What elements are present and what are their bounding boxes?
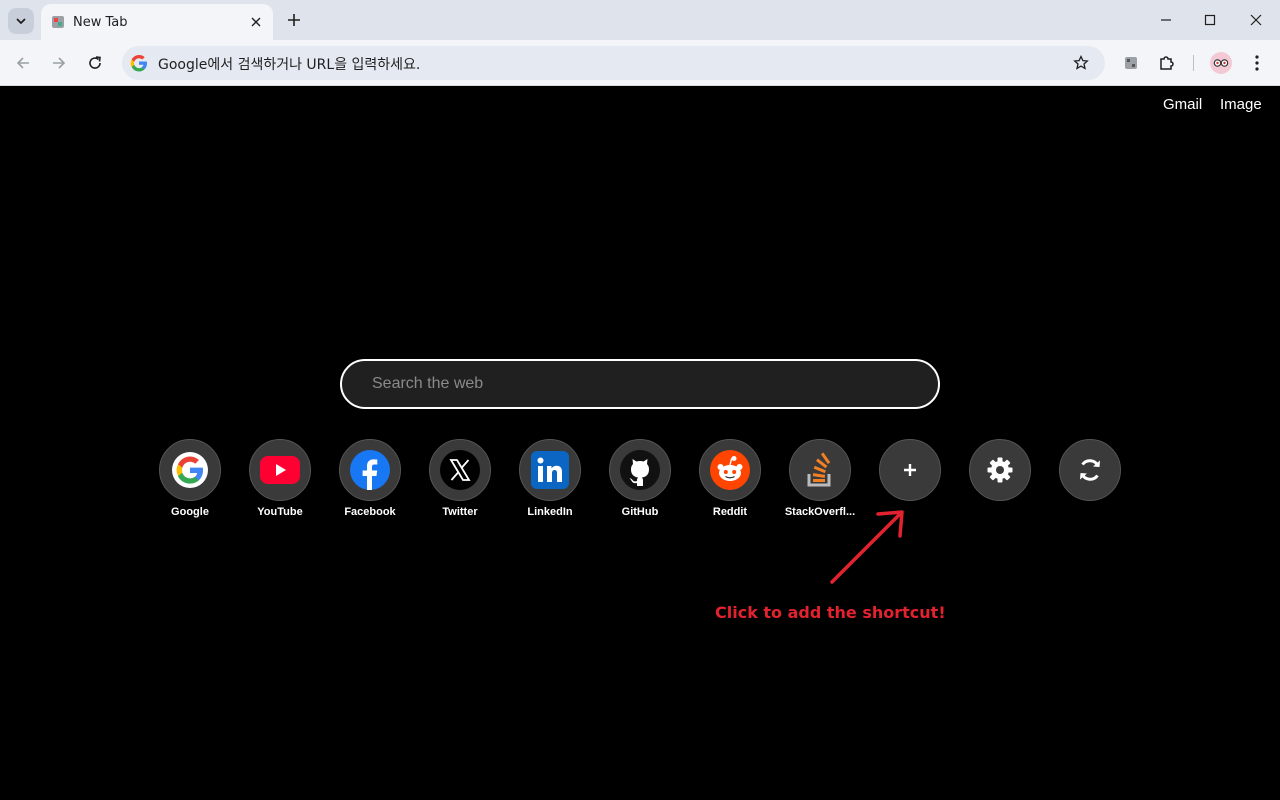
new-tab-favicon-icon	[51, 15, 65, 29]
new-tab-page: Gmail Image Google YouTube Facebook	[0, 87, 1280, 800]
shortcut-circle	[699, 439, 761, 501]
shortcut-label: Twitter	[442, 506, 478, 518]
tab-search-button[interactable]	[8, 8, 34, 34]
forward-button[interactable]	[45, 49, 73, 77]
shortcut-circle	[249, 439, 311, 501]
new-tab-button[interactable]	[282, 8, 306, 32]
shortcut-circle	[429, 439, 491, 501]
google-icon	[172, 452, 208, 488]
shortcut-label: Google	[171, 506, 209, 518]
chevron-down-icon	[16, 18, 26, 25]
browser-toolbar: Google에서 검색하거나 URL을 입력하세요.	[0, 40, 1280, 86]
arrow-right-icon	[53, 57, 66, 69]
shortcut-google[interactable]: Google	[150, 439, 230, 523]
facebook-icon	[350, 450, 390, 490]
shortcut-label: GitHub	[621, 506, 659, 518]
more-vertical-icon	[1255, 55, 1259, 71]
toolbar-divider	[1193, 55, 1194, 71]
shortcut-label: LinkedIn	[527, 506, 573, 518]
reload-button[interactable]	[81, 49, 109, 77]
close-icon	[251, 17, 261, 27]
tab-strip: New Tab	[0, 0, 1280, 40]
shortcut-circle	[339, 439, 401, 501]
annotation-text: Click to add the shortcut!	[715, 603, 946, 622]
annotation-arrow	[830, 510, 904, 584]
shortcut-label: YouTube	[257, 506, 303, 518]
plus-icon	[288, 14, 300, 26]
sync-button[interactable]	[1050, 439, 1130, 523]
extension-button[interactable]	[1119, 51, 1143, 75]
shortcut-github[interactable]: GitHub	[600, 439, 680, 523]
arrow-left-icon	[16, 57, 29, 69]
shortcut-label: Reddit	[712, 506, 748, 518]
sync-icon	[1080, 459, 1100, 481]
close-icon	[1250, 14, 1262, 26]
shortcut-circle	[879, 439, 941, 501]
shortcut-twitter[interactable]: Twitter	[420, 439, 500, 523]
tab-title: New Tab	[73, 14, 128, 30]
minimize-icon	[1161, 19, 1171, 21]
maximize-button[interactable]	[1190, 6, 1230, 34]
profile-avatar-button[interactable]	[1208, 50, 1234, 76]
image-link[interactable]: Image	[1220, 96, 1262, 113]
shortcut-circle	[519, 439, 581, 501]
avatar	[1210, 52, 1232, 74]
shortcut-circle	[159, 439, 221, 501]
settings-button[interactable]	[960, 439, 1040, 523]
puzzle-icon	[1160, 56, 1174, 70]
extension-app-icon	[1125, 57, 1137, 69]
gmail-link[interactable]: Gmail	[1163, 96, 1202, 113]
shortcut-circle	[789, 439, 851, 501]
reddit-icon	[710, 450, 750, 490]
tab-new-tab[interactable]: New Tab	[41, 4, 273, 40]
maximize-icon	[1204, 14, 1216, 26]
shortcut-circle	[609, 439, 671, 501]
shortcut-circle	[969, 439, 1031, 501]
stackoverflow-icon	[807, 452, 831, 487]
shortcut-circle	[1059, 439, 1121, 501]
x-icon	[440, 450, 480, 490]
address-bar[interactable]: Google에서 검색하거나 URL을 입력하세요.	[122, 46, 1105, 80]
search-input[interactable]	[372, 361, 912, 407]
minimize-button[interactable]	[1146, 6, 1186, 34]
browser-menu-button[interactable]	[1245, 51, 1269, 75]
search-box[interactable]	[340, 359, 940, 409]
youtube-icon	[260, 456, 300, 484]
shortcut-facebook[interactable]: Facebook	[330, 439, 410, 523]
shortcut-linkedin[interactable]: LinkedIn	[510, 439, 590, 523]
linkedin-icon	[531, 451, 569, 489]
shortcut-reddit[interactable]: Reddit	[690, 439, 770, 523]
close-tab-button[interactable]	[247, 13, 265, 31]
bookmark-star-button[interactable]	[1071, 53, 1091, 73]
shortcut-youtube[interactable]: YouTube	[240, 439, 320, 523]
github-icon	[620, 450, 660, 490]
extensions-menu-button[interactable]	[1155, 51, 1179, 75]
back-button[interactable]	[9, 49, 37, 77]
plus-icon	[904, 464, 916, 476]
shortcut-label: Facebook	[344, 506, 396, 518]
gear-icon	[987, 457, 1013, 483]
reload-icon	[89, 56, 101, 69]
google-icon	[130, 54, 147, 72]
address-bar-text: Google에서 검색하거나 URL을 입력하세요.	[158, 57, 421, 73]
close-window-button[interactable]	[1236, 6, 1276, 34]
star-icon	[1073, 55, 1089, 70]
